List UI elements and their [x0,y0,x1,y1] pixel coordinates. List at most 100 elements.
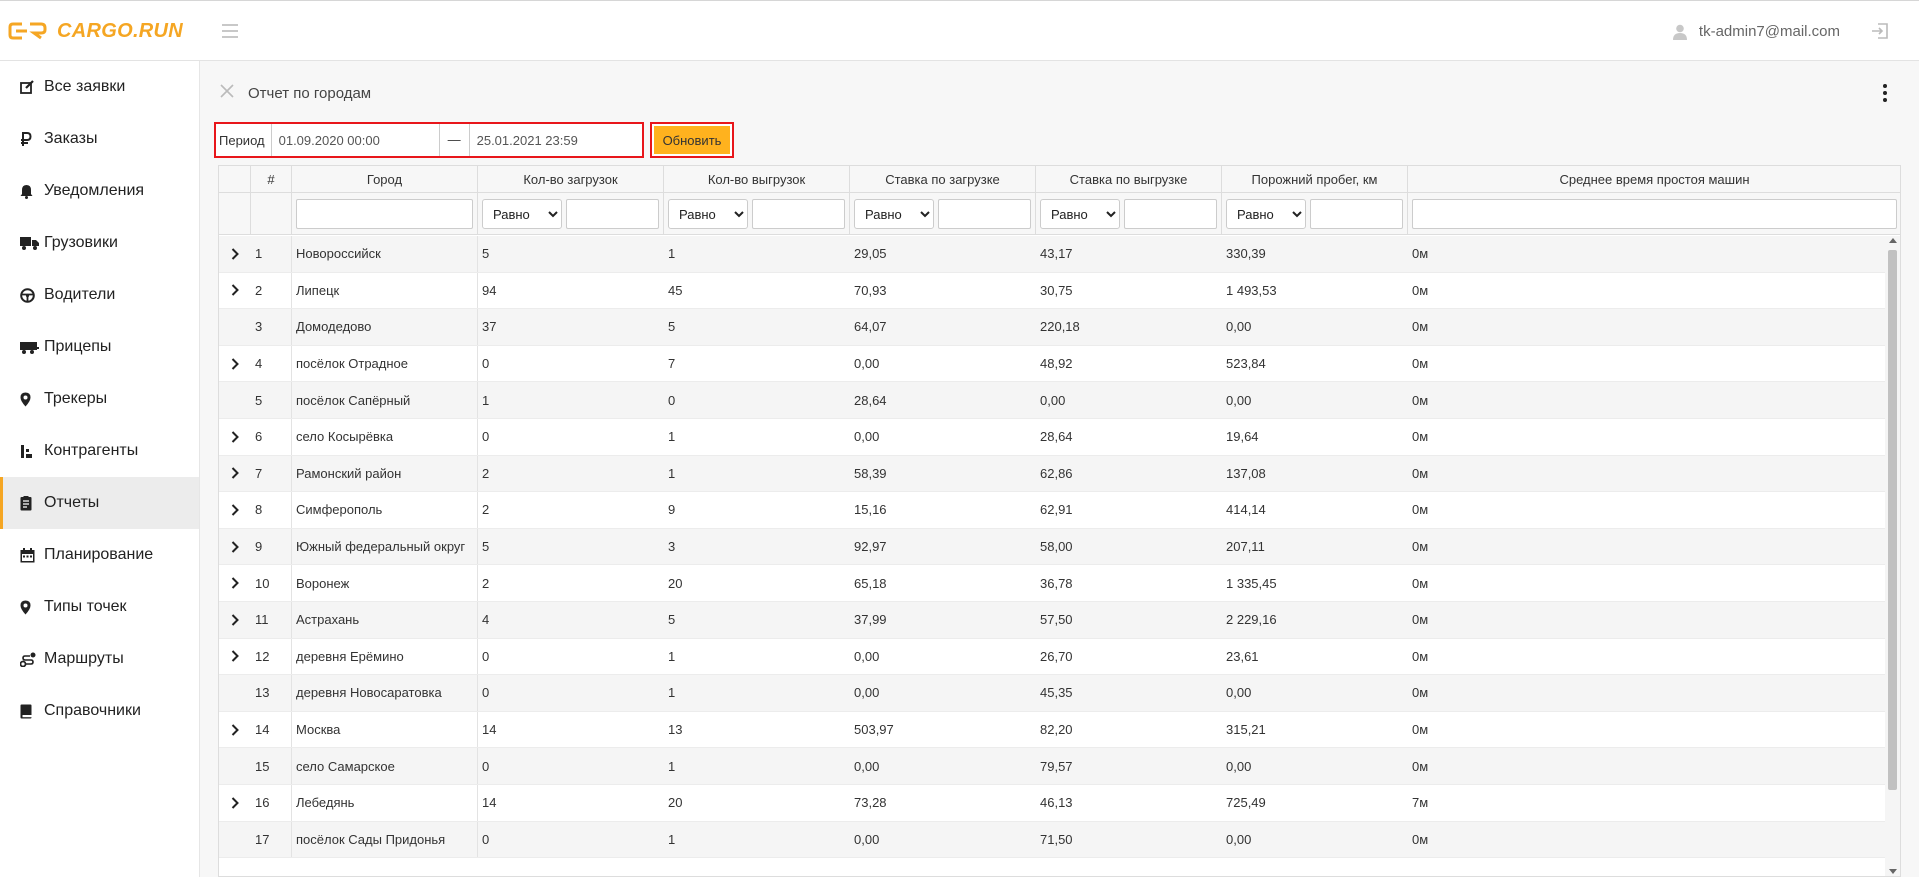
cell-city: Рамонский район [292,455,478,492]
table-row[interactable]: 13 деревня Новосаратовка 0 1 0,00 45,35 0,00 0м [219,675,1887,712]
row-expand-cell[interactable] [219,565,251,601]
refresh-button[interactable]: Обновить [650,122,734,158]
column-header-unloads[interactable]: Кол-во выгрузок [664,166,850,193]
column-header-loads[interactable]: Кол-во загрузок [478,166,664,193]
chevron-right-icon[interactable] [231,650,239,663]
table-row[interactable]: 4 посёлок Отрадное 0 7 0,00 48,92 523,84 0м [219,345,1887,383]
date-from-input[interactable] [271,124,440,156]
table-row[interactable]: 8 Симферополь 2 9 15,16 62,91 414,14 0м [219,492,1887,529]
table-row[interactable]: 12 деревня Ерёмино 0 1 0,00 26,70 23,61 0м [219,638,1887,676]
sidebar-item-3[interactable]: Грузовики [0,217,199,269]
filter-input-empty-km[interactable] [1310,199,1403,229]
chevron-right-icon[interactable] [231,248,239,260]
filter-input-city[interactable] [296,199,473,229]
chevron-right-icon[interactable] [231,614,239,626]
user-menu[interactable]: tk-admin7@mail.com [1672,23,1840,40]
row-expand-cell[interactable] [219,419,251,455]
row-expand-cell[interactable] [219,712,251,748]
report-icon [20,494,40,512]
sidebar-item-4[interactable]: Водители [0,269,199,321]
column-header-rate-unload[interactable]: Ставка по выгрузке [1036,166,1222,193]
filter-input-idle-time[interactable] [1412,199,1897,229]
filter-input-rate-load[interactable] [938,199,1031,229]
column-header-idle-time[interactable]: Среднее время простоя машин [1408,166,1900,193]
table-row[interactable]: 15 село Самарское 0 1 0,00 79,57 0,00 0м [219,748,1887,785]
cell-city: деревня Новосаратовка [292,675,478,711]
table-row[interactable]: 6 село Косырёвка 0 1 0,00 28,64 19,64 0м [219,418,1887,456]
chevron-right-icon[interactable] [231,467,239,480]
cell-idle-time: 0м [1412,282,1429,298]
filter-operator-select-rate-load[interactable]: Равно [854,199,934,229]
table-row[interactable]: 17 посёлок Сады Придонья 0 1 0,00 71,50 0,00 0м [219,821,1887,859]
more-options-button[interactable] [1883,84,1889,105]
table-row[interactable]: 3 Домодедово 37 5 64,07 220,18 0,00 0м [219,309,1887,346]
table-row[interactable]: 7 Рамонский район 2 1 58,39 62,86 137,08 0м [219,455,1887,493]
close-report-button[interactable] [220,84,234,103]
cell-idle-time: 0м [1412,246,1429,262]
sidebar-item-label: Типы точек [44,598,127,615]
cell-index: 4 [251,345,292,382]
cell-idle-time: 0м [1412,539,1429,555]
app-logo[interactable]: CARGO.RUN [8,18,183,44]
filter-input-rate-unload[interactable] [1124,199,1217,229]
row-expand-cell[interactable] [219,236,251,272]
cell-city: деревня Ерёмино [292,638,478,675]
sidebar-item-1[interactable]: Заказы [0,113,199,165]
column-header-rate-load[interactable]: Ставка по загрузке [850,166,1036,193]
row-expand-cell[interactable] [219,346,251,382]
filter-input-unloads[interactable] [752,199,845,229]
row-expand-cell[interactable] [219,639,251,675]
vertical-scrollbar[interactable] [1885,236,1900,876]
logout-button[interactable] [1871,23,1889,44]
table-row[interactable]: 1 Новороссийск 5 1 29,05 43,17 330,39 0м [219,236,1887,273]
sidebar-item-2[interactable]: Уведомления [0,165,199,217]
chevron-right-icon[interactable] [231,577,239,589]
scroll-up-icon[interactable] [1889,238,1897,243]
filter-operator-select-loads[interactable]: Равно [482,199,562,229]
row-expand-cell[interactable] [219,456,251,492]
chevron-right-icon[interactable] [231,723,239,736]
chevron-right-icon[interactable] [231,357,239,370]
cell-loads: 4 [482,612,490,628]
table-row[interactable]: 2 Липецк 94 45 70,93 30,75 1 493,53 0м [219,272,1887,310]
sidebar-item-10[interactable]: Типы точек [0,581,199,633]
filter-operator-select-unloads[interactable]: Равно [668,199,748,229]
row-expand-cell[interactable] [219,273,251,309]
table-row[interactable]: 10 Воронеж 2 20 65,18 36,78 1 335,45 0м [219,565,1887,602]
column-header-city[interactable]: Город [292,166,478,193]
sidebar-item-6[interactable]: Трекеры [0,373,199,425]
sidebar-item-5[interactable]: Прицепы [0,321,199,373]
column-header-empty-km[interactable]: Порожний пробег, км [1222,166,1408,193]
chevron-right-icon[interactable] [231,796,239,809]
table-row[interactable]: 9 Южный федеральный округ 5 3 92,97 58,00 207,… [219,528,1887,566]
table-row[interactable]: 16 Лебедянь 14 20 73,28 46,13 725,49 7м [219,784,1887,822]
sidebar-item-9[interactable]: Планирование [0,529,199,581]
sidebar-item-0[interactable]: Все заявки [0,61,199,113]
sidebar-item-11[interactable]: Маршруты [0,633,199,685]
filter-input-loads[interactable] [566,199,659,229]
filter-operator-select-rate-unload[interactable]: Равно [1040,199,1120,229]
table-row[interactable]: 11 Астрахань 4 5 37,99 57,50 2 229,16 0м [219,601,1887,639]
table-row[interactable]: 5 посёлок Сапёрный 1 0 28,64 0,00 0,00 0м [219,382,1887,419]
sidebar-item-12[interactable]: Справочники [0,685,199,737]
row-expand-cell[interactable] [219,602,251,638]
filter-cell-loads: Равно [478,193,664,235]
column-header-index[interactable]: # [251,166,292,193]
menu-toggle-button[interactable] [222,24,238,38]
scroll-down-icon[interactable] [1889,869,1897,874]
scroll-thumb[interactable] [1888,250,1897,790]
sidebar-item-7[interactable]: Контрагенты [0,425,199,477]
chevron-right-icon[interactable] [231,431,239,443]
table-row[interactable]: 14 Москва 14 13 503,97 82,20 315,21 0м [219,711,1887,749]
date-to-input[interactable] [469,124,642,156]
row-expand-cell[interactable] [219,529,251,565]
chevron-right-icon[interactable] [231,540,239,553]
chevron-right-icon[interactable] [231,504,239,516]
row-expand-cell[interactable] [219,785,251,821]
sidebar-item-8[interactable]: Отчеты [0,477,199,529]
row-expand-cell[interactable] [219,492,251,528]
cell-empty-km: 0,00 [1226,685,1252,701]
chevron-right-icon[interactable] [231,284,239,297]
filter-operator-select-empty-km[interactable]: Равно [1226,199,1306,229]
table-header: # Город Кол-во загрузок Кол-во выгрузок Став… [219,166,1900,193]
